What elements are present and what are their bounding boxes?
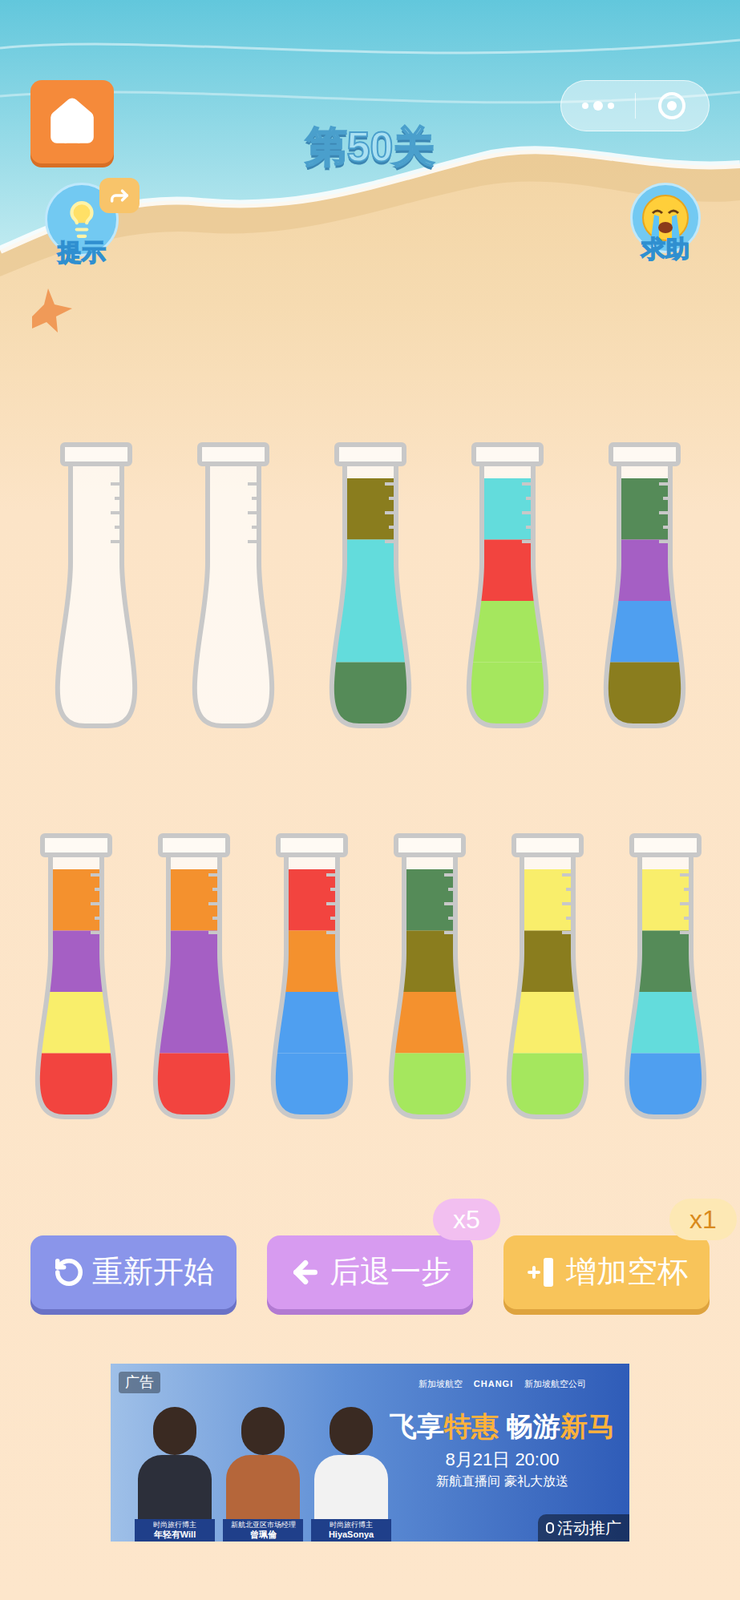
level-title: 第50关: [305, 80, 436, 172]
liquid-layer: [504, 869, 591, 932]
home-icon: [45, 95, 99, 149]
tube[interactable]: [150, 833, 238, 1121]
tube[interactable]: [32, 833, 120, 1121]
tube[interactable]: [52, 442, 140, 730]
hint-button[interactable]: 提示: [30, 182, 134, 268]
ad-person: 时尚旅行博主HiyaSonya: [311, 1407, 392, 1543]
tube[interactable]: [386, 833, 474, 1121]
more-icon[interactable]: [561, 101, 635, 111]
liquid-layer: [622, 869, 709, 932]
ad-person: 新航北亚区市场经理曾珮倫: [222, 1407, 304, 1543]
count-badge: x1: [669, 1199, 737, 1242]
ad-banner[interactable]: 广告时尚旅行博主年轻有Will新航北亚区市场经理曾珮倫时尚旅行博主HiyaSon…: [110, 1364, 630, 1543]
tube-board: [0, 442, 740, 1121]
ad-subline: 新航直播间 豪礼大放送: [436, 1474, 568, 1492]
ad-date: 8月21日 20:00: [445, 1450, 560, 1472]
capsule-menu[interactable]: [560, 80, 710, 132]
liquid-layer: [268, 869, 356, 932]
liquid-layer: [327, 478, 414, 541]
hint-label: 提示: [57, 237, 106, 268]
liquid-layer: [150, 930, 238, 993]
tube-row: [0, 833, 740, 1121]
liquid-layer: [150, 869, 238, 932]
liquid-layer: [601, 478, 688, 541]
undo-button[interactable]: 后退一步x5: [266, 1236, 474, 1311]
liquid-layer: [32, 930, 120, 993]
help-button[interactable]: 求助: [621, 182, 710, 265]
ad-tag: 广告: [118, 1372, 161, 1395]
liquid-layer: [327, 539, 414, 602]
ad-brands: 新加坡航空CHANGI新加坡航空公司: [418, 1378, 587, 1391]
tube[interactable]: [268, 833, 356, 1121]
add-button[interactable]: 增加空杯x1: [503, 1236, 710, 1311]
liquid-layer: [504, 930, 591, 993]
liquid-layer: [386, 930, 474, 993]
tube[interactable]: [504, 833, 591, 1121]
close-icon[interactable]: [635, 92, 710, 120]
ad-headline: 飞享特惠 畅游新马: [389, 1411, 615, 1444]
liquid-layer: [601, 539, 688, 602]
tube[interactable]: [464, 442, 551, 730]
header: 第50关: [0, 0, 740, 172]
liquid-layer: [386, 869, 474, 932]
tube[interactable]: [622, 833, 709, 1121]
ad-promo[interactable]: 活动推广: [537, 1515, 630, 1543]
share-badge-icon: [99, 177, 140, 214]
tube[interactable]: [327, 442, 414, 730]
tube[interactable]: [601, 442, 688, 730]
add-cup-icon: [525, 1255, 559, 1291]
action-bar: 重新开始后退一步x5 增加空杯x1: [0, 1236, 740, 1311]
liquid-layer: [622, 930, 709, 993]
game-screen: 第50关提示求助重新开始后退一步x5增加空杯x1广告时尚旅行博主年轻有Will新…: [0, 0, 740, 1600]
restart-button[interactable]: 重新开始: [30, 1236, 237, 1311]
link-icon: [545, 1523, 554, 1535]
liquid-layer: [268, 930, 356, 993]
liquid-layer: [464, 478, 551, 541]
liquid-layer: [464, 539, 551, 602]
count-badge: x5: [432, 1199, 501, 1242]
liquid-layer: [32, 869, 120, 932]
home-button[interactable]: [30, 80, 114, 164]
tube-row: [0, 442, 740, 730]
back-arrow-icon: [289, 1257, 322, 1290]
ad-person: 时尚旅行博主年轻有Will: [134, 1407, 215, 1543]
help-label: 求助: [641, 234, 690, 265]
tube[interactable]: [190, 442, 277, 730]
restart-icon: [53, 1257, 85, 1289]
lightbulb-icon: [61, 199, 102, 240]
